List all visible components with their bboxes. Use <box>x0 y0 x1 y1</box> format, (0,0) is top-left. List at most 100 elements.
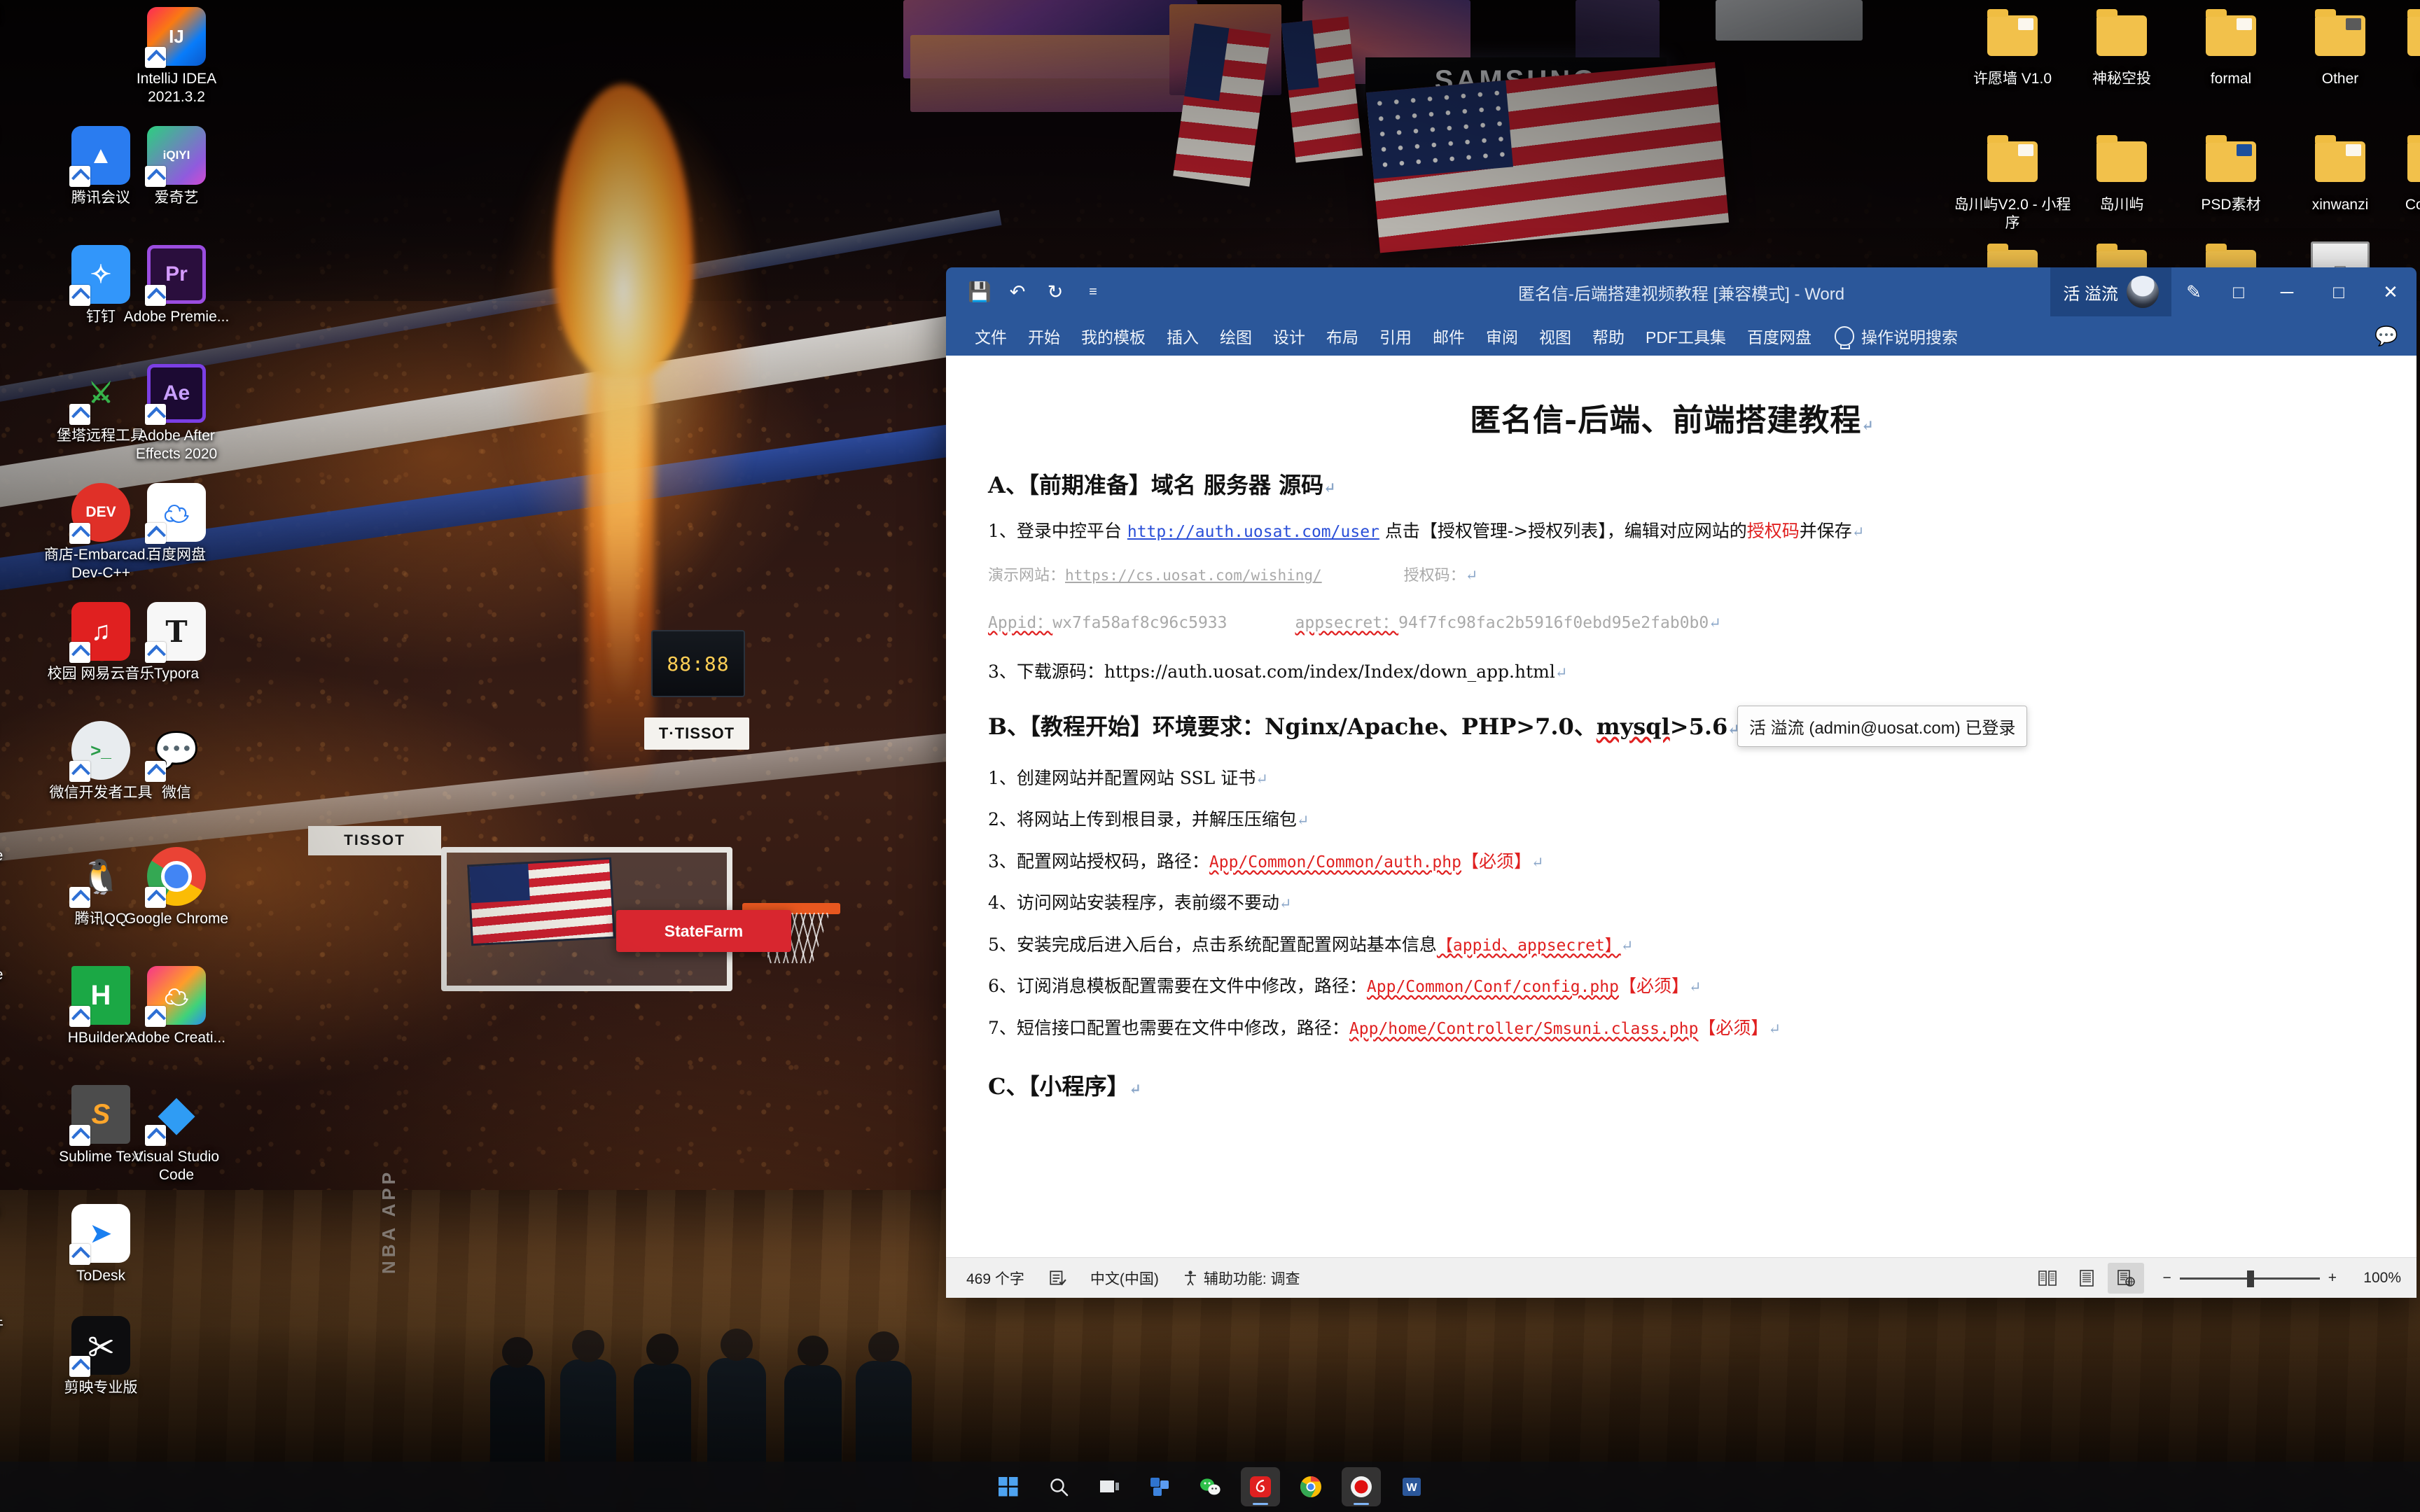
pilcrow-mark: ↵ <box>1861 416 1875 434</box>
tab-pdf-tools[interactable]: PDF工具集 <box>1635 319 1737 353</box>
desktop-icon-adobe-premiere[interactable]: Pr Adobe Premie... <box>118 245 235 326</box>
language-indicator[interactable]: 中文(中国) <box>1085 1266 1164 1291</box>
tab-my-templates[interactable]: 我的模板 <box>1071 319 1156 353</box>
desktop-icon-wechat[interactable]: 💬 微信 <box>118 721 235 802</box>
accessibility-indicator[interactable]: 辅助功能: 调查 <box>1178 1266 1305 1291</box>
desktop-icon-clipped[interactable]: 信 <box>0 721 48 739</box>
word-title-bar[interactable]: 💾 ↶ ↻ ≡ 匿名信-后端搭建视频教程 [兼容模式] - Word 活 溢流 … <box>946 267 2416 316</box>
tab-baidu-netdisk[interactable]: 百度网盘 <box>1737 319 1822 353</box>
undo-icon[interactable]: ↶ <box>1001 275 1034 309</box>
quick-access-toolbar[interactable]: 💾 ↶ ↻ ≡ <box>946 275 1110 309</box>
pilcrow-mark: ↵ <box>1620 937 1634 954</box>
desktop-folder-con[interactable]: Con cou <box>2374 133 2420 214</box>
lightbulb-icon <box>1835 326 1854 349</box>
desktop-icon-visual-studio-code[interactable]: ◆ Visual Studio Code <box>118 1085 235 1184</box>
desktop-icon-clipped[interactable]: 站 <box>0 364 48 382</box>
tab-view[interactable]: 视图 <box>1529 319 1582 353</box>
netease-music-taskbar-icon[interactable] <box>1241 1467 1280 1506</box>
word-taskbar-icon[interactable]: W <box>1392 1467 1431 1506</box>
read-mode-icon[interactable] <box>2029 1263 2066 1294</box>
desktop-icon-clipped[interactable]: oft e <box>0 966 48 984</box>
search-icon[interactable] <box>1039 1467 1078 1506</box>
tab-help[interactable]: 帮助 <box>1582 319 1635 353</box>
desktop-icon-clipped[interactable]: 脑 <box>0 126 48 144</box>
close-button[interactable]: ✕ <box>2365 267 2416 316</box>
desktop-folder-dea[interactable]: Dea <box>2374 7 2420 88</box>
desktop-folder-xuyuanqiang[interactable]: 许愿墙 V1.0 <box>1954 7 2071 88</box>
word-window[interactable]: 💾 ↶ ↻ ≡ 匿名信-后端搭建视频教程 [兼容模式] - Word 活 溢流 … <box>946 267 2416 1298</box>
wechat-taskbar-icon[interactable] <box>1190 1467 1230 1506</box>
section-heading-c: C、【小程序】↵ <box>988 1073 1142 1100</box>
desktop-icon-clipped[interactable]: 流 <box>0 7 50 25</box>
folder-icon <box>2311 133 2370 192</box>
account-button[interactable]: 活 溢流 <box>2050 267 2171 316</box>
desktop-icon-intellij-idea[interactable]: IJ IntelliJ IDEA 2021.3.2 <box>118 7 235 106</box>
tab-layout[interactable]: 布局 <box>1316 319 1369 353</box>
comments-icon[interactable]: 💬 <box>2374 325 2398 347</box>
start-button[interactable] <box>989 1467 1028 1506</box>
desktop-icon-jianying[interactable]: ✂ 剪映专业版 <box>42 1316 160 1397</box>
tab-home[interactable]: 开始 <box>1017 319 1071 353</box>
save-icon[interactable]: 💾 <box>963 275 996 309</box>
tab-review[interactable]: 审阅 <box>1475 319 1529 353</box>
desktop-icon-todesk[interactable]: ➤ ToDesk <box>42 1204 160 1285</box>
tab-references[interactable]: 引用 <box>1369 319 1422 353</box>
desktop-icon-clipped[interactable]: 软件 <box>0 1316 48 1334</box>
zoom-out-button[interactable]: − <box>2162 1270 2171 1287</box>
baidu-netdisk-icon: ☁ <box>145 483 206 544</box>
shot-clock: 88:88 <box>651 630 745 697</box>
desktop-folder-shenmikongtou[interactable]: 神秘空投 <box>2063 7 2181 88</box>
desktop-icon-google-chrome[interactable]: Google Chrome <box>118 847 235 928</box>
zoom-slider[interactable]: − + <box>2162 1270 2337 1287</box>
desktop-folder-formal[interactable]: formal <box>2172 7 2290 88</box>
desktop-icon-clipped[interactable]: 7.0 <box>0 1204 48 1222</box>
desktop-icon-adobe-creative-cloud[interactable]: ☁ Adobe Creati... <box>118 966 235 1047</box>
tab-file[interactable]: 文件 <box>964 319 1017 353</box>
word-status-bar[interactable]: 469 个字 中文(中国) 辅助功能: 调查 − + 100% <box>946 1257 2416 1298</box>
desktop-icon-typora[interactable]: T Typora <box>118 602 235 683</box>
tab-design[interactable]: 设计 <box>1263 319 1316 353</box>
ribbon-tab-strip[interactable]: 文件 开始 我的模板 插入 绘图 设计 布局 引用 邮件 审阅 视图 帮助 PD… <box>946 316 2416 356</box>
tab-draw[interactable]: 绘图 <box>1209 319 1263 353</box>
screen-recorder-taskbar-icon[interactable] <box>1342 1467 1381 1506</box>
redo-icon[interactable]: ↻ <box>1038 275 1072 309</box>
desktop-icon-adobe-after-effects[interactable]: Ae Adobe After Effects 2020 <box>118 364 235 463</box>
pilcrow-mark: ↵ <box>1709 614 1721 631</box>
appid-value: wx7fa58af8c96c5933 <box>1052 613 1228 632</box>
demo-site-link[interactable]: https://cs.uosat.com/wishing/ <box>1065 567 1322 584</box>
document-page[interactable]: 匿名信-后端、前端搭建教程↵ A、【前期准备】域名 服务器 源码↵ 1、登录中控… <box>946 356 2416 1257</box>
customize-quick-access-toolbar-icon[interactable]: ≡ <box>1076 275 1110 309</box>
desktop-icon-baidu-netdisk[interactable]: ☁ 百度网盘 <box>118 483 235 564</box>
desktop-folder-daochuanyu-v2[interactable]: 岛川屿V2.0 - 小程序 <box>1954 133 2071 232</box>
tell-me-search[interactable]: 操作说明搜索 <box>1835 324 1958 349</box>
maximize-button[interactable]: □ <box>2313 267 2365 316</box>
mysql-word: mysql <box>1596 713 1670 740</box>
zoom-track[interactable] <box>2179 1270 2320 1287</box>
windows-taskbar[interactable]: W <box>0 1462 2420 1512</box>
task-view-icon[interactable] <box>1090 1467 1129 1506</box>
document-canvas[interactable]: 匿名信-后端、前端搭建教程↵ A、【前期准备】域名 服务器 源码↵ 1、登录中控… <box>946 356 2416 1257</box>
paragraph-b-item-3: 3、配置网站授权码，路径：App/Common/Common/auth.php【… <box>988 850 1544 872</box>
web-layout-icon[interactable] <box>2108 1263 2145 1294</box>
chrome-taskbar-icon[interactable] <box>1291 1467 1330 1506</box>
word-count[interactable]: 469 个字 <box>961 1266 1029 1291</box>
pen-tool-icon[interactable]: ✎ <box>2171 267 2216 316</box>
zoom-thumb[interactable] <box>2246 1270 2254 1287</box>
zoom-in-button[interactable]: + <box>2328 1270 2337 1287</box>
desktop-folder-daochuanyu[interactable]: 岛川屿 <box>2063 133 2181 214</box>
desktop-icon-iqiyi[interactable]: iQIYI 爱奇艺 <box>118 126 235 207</box>
spelling-check-icon[interactable] <box>1043 1267 1071 1289</box>
ribbon-display-options-icon[interactable]: □ <box>2216 267 2261 316</box>
pilcrow-mark: ↵ <box>1323 479 1336 496</box>
document-heading-title: 匿名信-后端、前端搭建教程↵ <box>1470 402 1875 438</box>
statefarm-advertisement: StateFarm <box>616 910 791 952</box>
minimize-button[interactable]: ─ <box>2261 267 2313 316</box>
print-layout-icon[interactable] <box>2068 1263 2105 1294</box>
zoom-level[interactable]: 100% <box>2352 1270 2401 1287</box>
desktop-folder-psd[interactable]: PSD素材 <box>2172 133 2290 214</box>
desktop-icon-clipped[interactable]: 心 <box>0 1085 48 1103</box>
auth-platform-link[interactable]: http://auth.uosat.com/user <box>1127 523 1379 541</box>
tab-mailings[interactable]: 邮件 <box>1422 319 1475 353</box>
widgets-icon[interactable] <box>1140 1467 1179 1506</box>
tab-insert[interactable]: 插入 <box>1156 319 1209 353</box>
